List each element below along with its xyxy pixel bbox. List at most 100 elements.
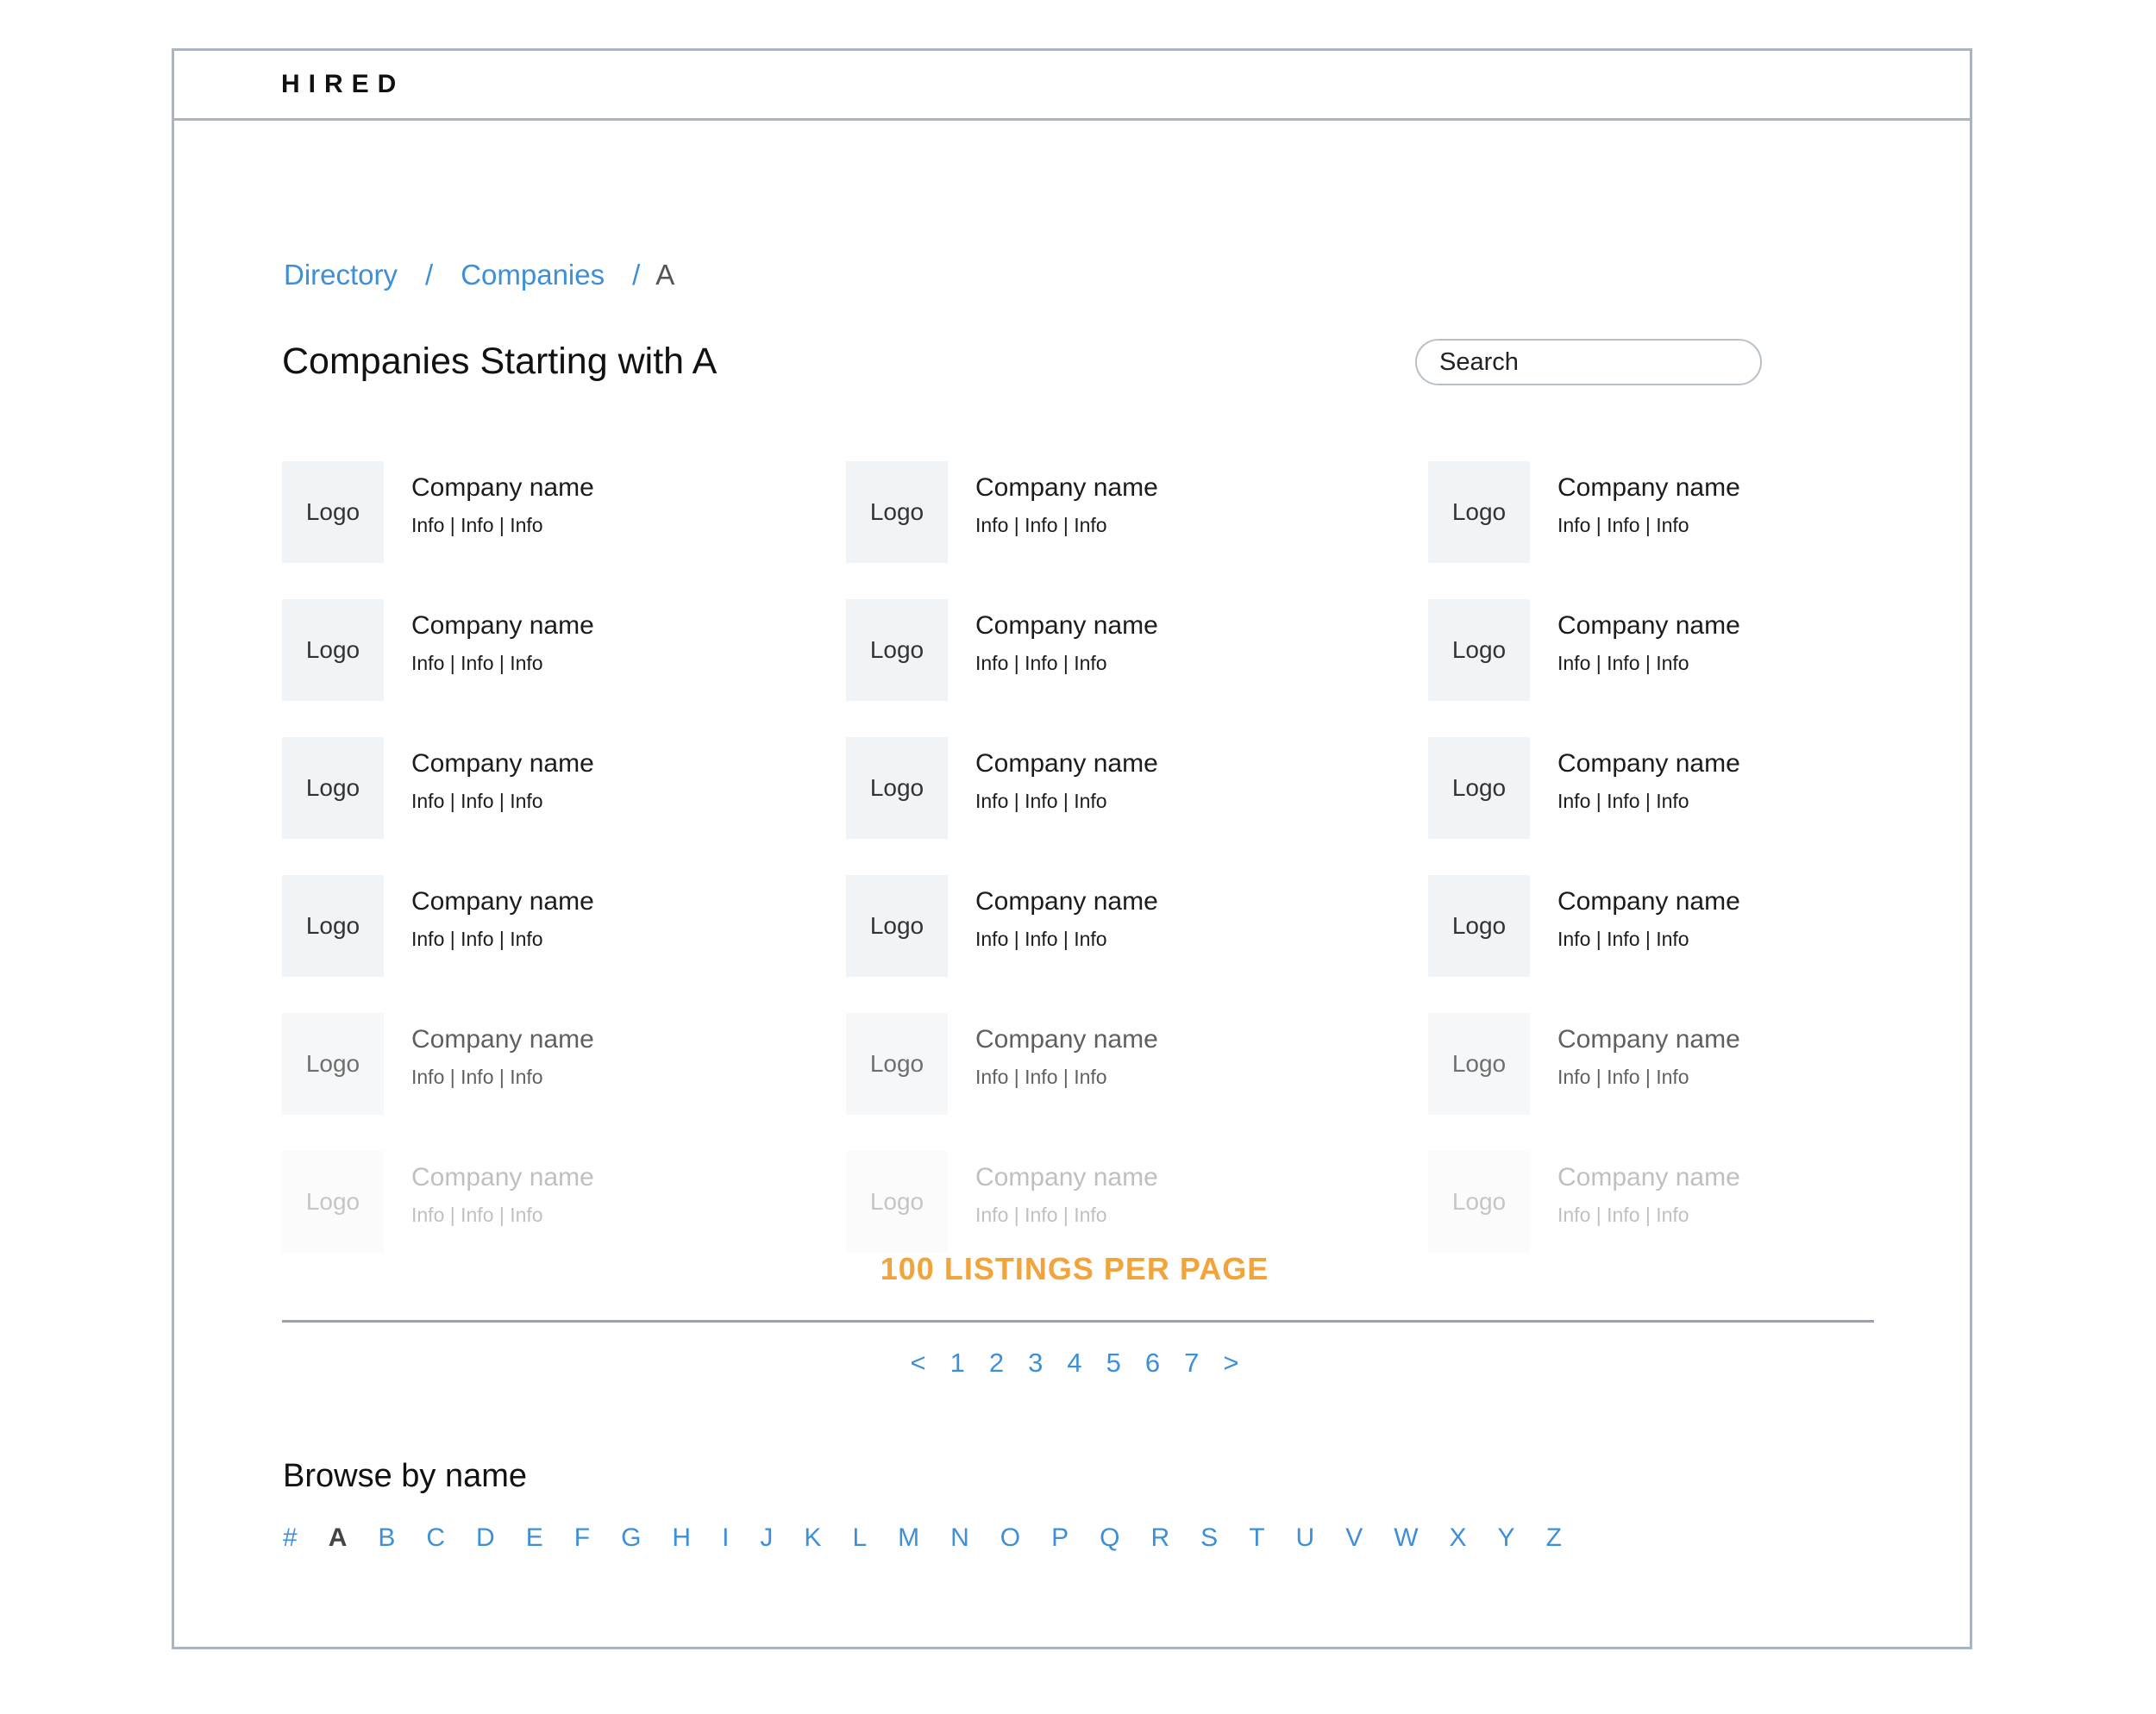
pagination-page[interactable]: 6: [1145, 1349, 1160, 1376]
browse-letter[interactable]: C: [426, 1525, 445, 1551]
browse-letter[interactable]: A: [329, 1525, 348, 1551]
company-name[interactable]: Company name: [975, 475, 1158, 501]
breadcrumb-companies[interactable]: Companies: [461, 259, 605, 291]
company-card[interactable]: Logo Company name Info | Info | Info: [846, 461, 1363, 563]
pagination-prev[interactable]: <: [911, 1349, 926, 1376]
browse-letter[interactable]: X: [1450, 1525, 1467, 1551]
search-input[interactable]: [1415, 339, 1762, 385]
company-card[interactable]: Logo Company name Info | Info | Info: [1428, 1013, 1946, 1115]
browse-letter[interactable]: F: [574, 1525, 590, 1551]
company-name[interactable]: Company name: [411, 613, 594, 639]
company-logo: Logo: [1428, 461, 1530, 563]
company-name[interactable]: Company name: [411, 1165, 594, 1191]
brand-logo[interactable]: HIRED: [281, 72, 404, 97]
pagination-page[interactable]: 2: [989, 1349, 1004, 1376]
company-card[interactable]: Logo Company name Info | Info | Info: [846, 1151, 1363, 1253]
company-name[interactable]: Company name: [411, 751, 594, 777]
company-info: Info | Info | Info: [975, 652, 1107, 674]
browse-letter[interactable]: H: [672, 1525, 691, 1551]
browse-letter[interactable]: Z: [1546, 1525, 1562, 1551]
company-logo: Logo: [846, 1013, 948, 1115]
company-name[interactable]: Company name: [1557, 475, 1740, 501]
company-logo: Logo: [1428, 1151, 1530, 1253]
company-name[interactable]: Company name: [1557, 751, 1740, 777]
company-info: Info | Info | Info: [975, 928, 1107, 950]
company-card[interactable]: Logo Company name Info | Info | Info: [282, 875, 799, 977]
browse-letter[interactable]: O: [1000, 1525, 1020, 1551]
browse-title: Browse by name: [283, 1458, 528, 1494]
company-card[interactable]: Logo Company name Info | Info | Info: [1428, 737, 1946, 839]
browse-letter[interactable]: G: [621, 1525, 641, 1551]
breadcrumb-separator: /: [632, 259, 641, 291]
company-logo: Logo: [282, 461, 384, 563]
browse-letter[interactable]: Y: [1498, 1525, 1515, 1551]
browse-letter[interactable]: P: [1051, 1525, 1069, 1551]
company-name[interactable]: Company name: [411, 889, 594, 915]
browse-letter[interactable]: E: [526, 1525, 543, 1551]
company-name[interactable]: Company name: [975, 889, 1158, 915]
company-name[interactable]: Company name: [1557, 1027, 1740, 1053]
company-card[interactable]: Logo Company name Info | Info | Info: [846, 875, 1363, 977]
company-name[interactable]: Company name: [975, 1027, 1158, 1053]
browse-letter[interactable]: R: [1151, 1525, 1170, 1551]
company-card[interactable]: Logo Company name Info | Info | Info: [846, 1013, 1363, 1115]
company-name[interactable]: Company name: [411, 1027, 594, 1053]
company-name[interactable]: Company name: [411, 475, 594, 501]
company-info: Info | Info | Info: [975, 790, 1107, 812]
company-card[interactable]: Logo Company name Info | Info | Info: [1428, 875, 1946, 977]
browse-letter[interactable]: L: [852, 1525, 867, 1551]
browse-letter[interactable]: Q: [1100, 1525, 1119, 1551]
company-card[interactable]: Logo Company name Info | Info | Info: [282, 461, 799, 563]
divider: [282, 1320, 1874, 1323]
company-name[interactable]: Company name: [975, 1165, 1158, 1191]
pagination-page[interactable]: 5: [1106, 1349, 1121, 1376]
pagination-page[interactable]: 3: [1028, 1349, 1043, 1376]
browse-letter[interactable]: I: [722, 1525, 729, 1551]
company-logo: Logo: [1428, 1013, 1530, 1115]
company-logo: Logo: [846, 875, 948, 977]
company-name[interactable]: Company name: [1557, 613, 1740, 639]
pagination-page[interactable]: 4: [1067, 1349, 1081, 1376]
browse-letter[interactable]: U: [1296, 1525, 1315, 1551]
breadcrumb-current: A: [655, 259, 675, 291]
browse-letter[interactable]: N: [950, 1525, 969, 1551]
company-info: Info | Info | Info: [975, 514, 1107, 536]
company-name[interactable]: Company name: [975, 751, 1158, 777]
browse-letter[interactable]: W: [1394, 1525, 1418, 1551]
company-card[interactable]: Logo Company name Info | Info | Info: [282, 1151, 799, 1253]
company-card[interactable]: Logo Company name Info | Info | Info: [846, 737, 1363, 839]
browse-letter[interactable]: D: [476, 1525, 495, 1551]
browse-letter[interactable]: T: [1249, 1525, 1264, 1551]
browse-letter[interactable]: J: [760, 1525, 773, 1551]
company-logo: Logo: [282, 875, 384, 977]
company-card[interactable]: Logo Company name Info | Info | Info: [846, 599, 1363, 701]
top-bar: HIRED: [174, 51, 1970, 121]
browse-letter[interactable]: V: [1345, 1525, 1363, 1551]
company-card[interactable]: Logo Company name Info | Info | Info: [282, 737, 799, 839]
company-name[interactable]: Company name: [975, 613, 1158, 639]
pagination-page[interactable]: 1: [950, 1349, 965, 1376]
browse-letter[interactable]: S: [1200, 1525, 1218, 1551]
company-logo: Logo: [846, 461, 948, 563]
company-info: Info | Info | Info: [411, 652, 543, 674]
breadcrumb-directory[interactable]: Directory: [284, 259, 398, 291]
pagination-next[interactable]: >: [1223, 1349, 1238, 1376]
company-card[interactable]: Logo Company name Info | Info | Info: [1428, 1151, 1946, 1253]
company-name[interactable]: Company name: [1557, 889, 1740, 915]
browse-letter[interactable]: M: [898, 1525, 919, 1551]
breadcrumb-separator: /: [425, 259, 434, 291]
company-name[interactable]: Company name: [1557, 1165, 1740, 1191]
company-info: Info | Info | Info: [1557, 1204, 1689, 1226]
browse-letter[interactable]: K: [804, 1525, 821, 1551]
company-card[interactable]: Logo Company name Info | Info | Info: [1428, 461, 1946, 563]
browse-letter[interactable]: B: [378, 1525, 395, 1551]
company-info: Info | Info | Info: [975, 1204, 1107, 1226]
company-card[interactable]: Logo Company name Info | Info | Info: [282, 1013, 799, 1115]
company-logo: Logo: [282, 1151, 384, 1253]
company-logo: Logo: [282, 737, 384, 839]
company-card[interactable]: Logo Company name Info | Info | Info: [282, 599, 799, 701]
browse-letters: # A B C D E F G H I J K L M N O P Q R S T U V W X Y Z: [283, 1525, 1593, 1551]
company-card[interactable]: Logo Company name Info | Info | Info: [1428, 599, 1946, 701]
pagination-page[interactable]: 7: [1184, 1349, 1199, 1376]
browse-letter[interactable]: #: [283, 1525, 298, 1551]
